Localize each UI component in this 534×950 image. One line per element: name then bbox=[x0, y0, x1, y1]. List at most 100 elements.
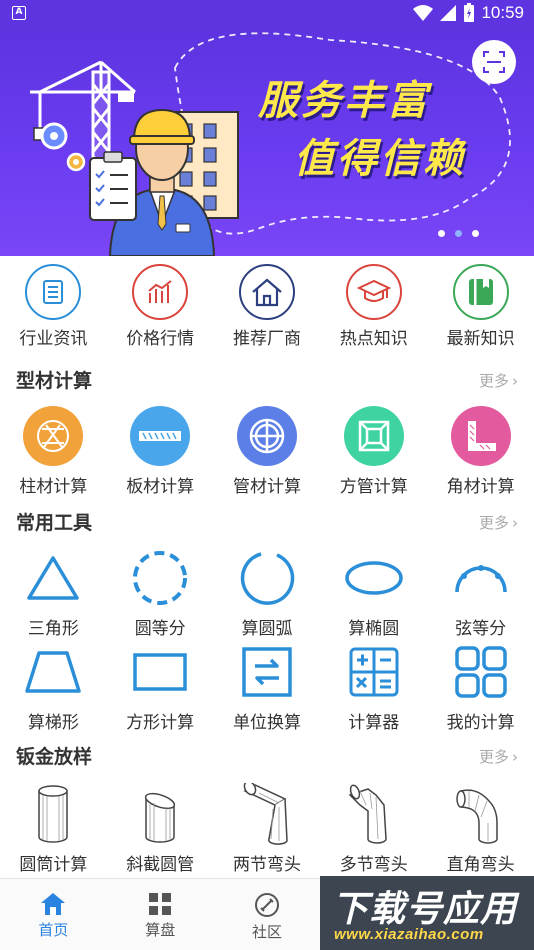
oblique-pipe-icon bbox=[145, 792, 176, 843]
tab-community[interactable]: 社区 bbox=[214, 879, 321, 950]
banner-headline-2: 值得信赖 bbox=[294, 137, 466, 181]
chevron-right-icon: › bbox=[512, 747, 518, 766]
tool-arc[interactable]: 算圆弧 bbox=[214, 546, 321, 639]
tool-unit-convert[interactable]: 单位换算 bbox=[214, 640, 321, 733]
item-label: 方管计算 bbox=[339, 477, 408, 497]
pager-dot[interactable] bbox=[438, 230, 445, 237]
grid-icon bbox=[149, 893, 172, 915]
angle-steel-icon bbox=[450, 406, 511, 466]
item-label: 圆等分 bbox=[134, 619, 186, 639]
scan-button[interactable] bbox=[472, 40, 516, 84]
item-label: 三角形 bbox=[27, 619, 79, 639]
banner-headline-1: 服务丰富 bbox=[258, 79, 430, 123]
triangle-icon bbox=[27, 556, 80, 600]
pager-dot[interactable] bbox=[472, 230, 479, 237]
more-link[interactable]: 更多 › bbox=[479, 746, 518, 767]
scan-icon bbox=[483, 51, 505, 73]
right-angle-elbow-icon bbox=[455, 789, 498, 844]
rectangle-icon bbox=[133, 653, 187, 691]
quick-nav-latest-knowledge[interactable]: 最新知识 bbox=[427, 264, 534, 354]
tool-calculator[interactable]: 计算器 bbox=[320, 640, 427, 733]
tool-circle-divide[interactable]: 圆等分 bbox=[107, 546, 214, 639]
quick-nav-label: 最新知识 bbox=[446, 329, 515, 349]
item-label: 斜截圆管 bbox=[126, 855, 195, 875]
column-icon bbox=[23, 406, 84, 466]
sheet-item-cylinder[interactable]: 圆筒计算 bbox=[0, 782, 107, 875]
unit-convert-icon bbox=[242, 647, 292, 697]
tool-trapezoid[interactable]: 算梯形 bbox=[0, 640, 107, 733]
chevron-right-icon: › bbox=[512, 371, 518, 390]
banner-pager bbox=[438, 230, 479, 237]
ellipse-icon bbox=[345, 561, 403, 595]
sheet-item-right-angle-elbow[interactable]: 直角弯头 bbox=[427, 782, 534, 875]
profile-item-angle[interactable]: 角材计算 bbox=[427, 404, 534, 497]
quick-nav-hot-knowledge[interactable]: 热点知识 bbox=[320, 264, 427, 354]
sheet-item-oblique-pipe[interactable]: 斜截圆管 bbox=[107, 782, 214, 875]
item-label: 方形计算 bbox=[126, 713, 195, 733]
item-label: 直角弯头 bbox=[446, 855, 515, 875]
tool-ellipse[interactable]: 算椭圆 bbox=[320, 546, 427, 639]
tab-home[interactable]: 首页 bbox=[0, 879, 107, 950]
item-label: 两节弯头 bbox=[232, 855, 301, 875]
signal-icon bbox=[440, 5, 457, 21]
sheet-metal-row: 圆筒计算 斜截圆管 两节弯头 多节弯头 直角弯头 bbox=[0, 782, 534, 875]
section-title: 钣金放样 bbox=[16, 746, 93, 768]
profile-item-column[interactable]: 柱材计算 bbox=[0, 404, 107, 497]
section-title: 常用工具 bbox=[16, 512, 93, 534]
quick-nav-label: 价格行情 bbox=[126, 329, 195, 349]
chevron-right-icon: › bbox=[512, 513, 518, 532]
quick-nav-label: 推荐厂商 bbox=[232, 329, 301, 349]
tab-label: 算盘 bbox=[145, 921, 176, 939]
quick-nav-label: 行业资讯 bbox=[19, 329, 88, 349]
profile-item-pipe[interactable]: 管材计算 bbox=[214, 404, 321, 497]
tools-row-1: 三角形 圆等分 算圆弧 算椭圆 弦等分 bbox=[0, 546, 534, 639]
section-header-sheet-metal: 钣金放样 更多 › bbox=[0, 740, 534, 770]
tool-triangle[interactable]: 三角形 bbox=[0, 546, 107, 639]
section-header-profile: 型材计算 更多 › bbox=[0, 364, 534, 394]
profile-calc-row: 柱材计算 板材计算 管材计算 方管计算 角材计算 bbox=[0, 404, 534, 497]
more-link[interactable]: 更多 › bbox=[479, 512, 518, 533]
community-icon bbox=[254, 893, 279, 917]
tool-rectangle[interactable]: 方形计算 bbox=[107, 640, 214, 733]
wifi-icon bbox=[413, 5, 434, 21]
item-label: 圆筒计算 bbox=[19, 855, 88, 875]
watermark: 下载号应用 www.xiazaihao.com bbox=[320, 876, 534, 950]
item-label: 柱材计算 bbox=[19, 477, 88, 497]
quick-nav-vendors[interactable]: 推荐厂商 bbox=[214, 264, 321, 354]
item-label: 板材计算 bbox=[126, 477, 195, 497]
item-label: 计算器 bbox=[348, 713, 400, 733]
home-icon bbox=[41, 893, 66, 915]
more-label: 更多 bbox=[478, 372, 509, 390]
sheet-item-multi-elbow[interactable]: 多节弯头 bbox=[320, 782, 427, 875]
status-bar: A 10:59 bbox=[0, 0, 534, 28]
news-list-icon bbox=[25, 264, 82, 320]
quick-nav-price[interactable]: 价格行情 bbox=[107, 264, 214, 354]
profile-item-plate[interactable]: 板材计算 bbox=[107, 404, 214, 497]
watermark-title: 下载号应用 bbox=[332, 888, 518, 929]
pager-dot-active[interactable] bbox=[455, 230, 462, 237]
item-label: 我的计算 bbox=[446, 713, 515, 733]
section-title: 型材计算 bbox=[16, 370, 93, 392]
multi-section-elbow-icon bbox=[348, 784, 387, 844]
tool-my-calc[interactable]: 我的计算 bbox=[427, 640, 534, 733]
item-label: 算圆弧 bbox=[241, 619, 293, 639]
quick-nav-industry-news[interactable]: 行业资讯 bbox=[0, 264, 107, 354]
section-header-tools: 常用工具 更多 › bbox=[0, 506, 534, 536]
quick-nav-label: 热点知识 bbox=[339, 329, 408, 349]
price-chart-icon bbox=[132, 264, 189, 320]
clock: 10:59 bbox=[481, 3, 524, 22]
more-label: 更多 bbox=[478, 748, 509, 766]
more-link[interactable]: 更多 › bbox=[479, 370, 518, 391]
tools-row-2: 算梯形 方形计算 单位换算 计算器 我的计算 bbox=[0, 640, 534, 733]
sheet-item-two-elbow[interactable]: 两节弯头 bbox=[214, 782, 321, 875]
plate-icon bbox=[130, 406, 191, 466]
promo-banner[interactable]: 服务丰富 值得信赖 bbox=[0, 28, 534, 256]
tool-chord[interactable]: 弦等分 bbox=[427, 546, 534, 639]
item-label: 角材计算 bbox=[446, 477, 515, 497]
book-icon bbox=[452, 264, 509, 320]
item-label: 管材计算 bbox=[232, 477, 301, 497]
profile-item-square-tube[interactable]: 方管计算 bbox=[320, 404, 427, 497]
calculator-icon bbox=[349, 647, 399, 697]
notification-icon: A bbox=[12, 6, 26, 20]
tab-abacus[interactable]: 算盘 bbox=[107, 879, 214, 950]
